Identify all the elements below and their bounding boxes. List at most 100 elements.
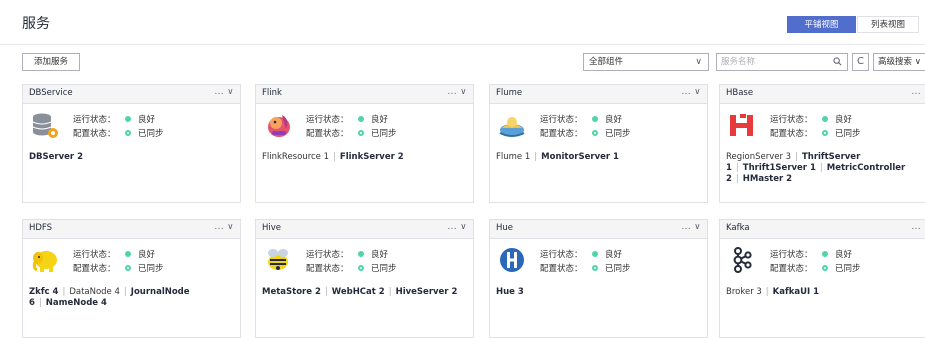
role-instance[interactable]: RegionServer 3 bbox=[726, 152, 791, 162]
more-options-icon[interactable]: ... ∨ bbox=[447, 222, 467, 232]
card-header: HBase ... ∨ bbox=[720, 85, 925, 104]
config-status: 配置状态： 已同步 bbox=[770, 127, 861, 139]
role-list: Zkfc 4 | DataNode 4 | JournalNode 6 | NameNode… bbox=[29, 287, 235, 309]
role-instance[interactable]: Flume 1 bbox=[496, 152, 530, 162]
role-separator: | bbox=[795, 152, 798, 162]
card-header: DBService ... ∨ bbox=[23, 85, 240, 104]
tile-view-button[interactable]: 平铺视图 bbox=[787, 16, 856, 33]
role-instance[interactable]: FlinkResource 1 bbox=[262, 152, 329, 162]
role-instance[interactable]: NameNode 4 bbox=[46, 298, 107, 308]
role-instance[interactable]: Zkfc 4 bbox=[29, 287, 58, 297]
flink-squirrel-icon bbox=[264, 111, 292, 139]
status-good-icon bbox=[125, 251, 131, 257]
status-good-icon bbox=[592, 251, 598, 257]
role-separator: | bbox=[388, 287, 392, 297]
run-status-label: 运行状态： bbox=[540, 250, 583, 260]
more-options-icon[interactable]: ... ∨ bbox=[214, 222, 234, 232]
service-card-hue[interactable]: Hue ... ∨ 运行状态： 良好 配置状态： 已同步 Hue 3 bbox=[489, 219, 708, 338]
component-filter-value: 全部组件 bbox=[589, 57, 624, 67]
run-status: 运行状态： 良好 bbox=[540, 113, 622, 125]
list-view-button[interactable]: 列表视图 bbox=[857, 16, 919, 33]
role-instance[interactable]: HiveServer 2 bbox=[396, 287, 458, 297]
flume-icon bbox=[498, 111, 526, 139]
database-gear-icon bbox=[31, 111, 59, 139]
more-options-icon[interactable]: ... ∨ bbox=[681, 87, 701, 97]
service-name[interactable]: Kafka bbox=[726, 223, 750, 233]
refresh-button[interactable]: C bbox=[852, 53, 869, 71]
role-separator: | bbox=[735, 163, 739, 173]
card-header: Flink ... ∨ bbox=[256, 85, 473, 104]
more-options-icon[interactable]: ... ∨ bbox=[214, 87, 234, 97]
role-separator: | bbox=[38, 298, 42, 308]
service-name[interactable]: DBService bbox=[29, 88, 73, 98]
config-status: 配置状态： 已同步 bbox=[306, 262, 397, 274]
role-instance[interactable]: Broker 3 bbox=[726, 287, 762, 297]
card-header: Hue ... ∨ bbox=[490, 220, 707, 239]
role-instance[interactable]: Thrift1Server 1 bbox=[743, 163, 816, 173]
role-instance[interactable]: WebHCat 2 bbox=[332, 287, 385, 297]
advanced-search-button[interactable]: 高级搜索 ∨ bbox=[873, 53, 925, 71]
page-title: 服务 bbox=[22, 16, 50, 32]
config-status-value: 已同步 bbox=[138, 264, 164, 274]
config-status-label: 配置状态： bbox=[770, 264, 813, 274]
config-status-value: 已同步 bbox=[138, 129, 164, 139]
config-status-label: 配置状态： bbox=[540, 264, 583, 274]
service-name[interactable]: Flume bbox=[496, 88, 522, 98]
role-instance[interactable]: FlinkServer 2 bbox=[340, 152, 404, 162]
config-status-label: 配置状态： bbox=[770, 129, 813, 139]
chevron-down-icon: ∨ bbox=[695, 57, 702, 67]
config-status: 配置状态： 已同步 bbox=[73, 262, 164, 274]
config-status-label: 配置状态： bbox=[306, 264, 349, 274]
run-status-value: 良好 bbox=[605, 115, 623, 125]
status-good-icon bbox=[358, 116, 364, 122]
service-name[interactable]: HDFS bbox=[29, 223, 52, 233]
role-instance[interactable]: MetaStore 2 bbox=[262, 287, 321, 297]
role-instance[interactable]: HMaster 2 bbox=[743, 174, 792, 184]
synced-icon bbox=[822, 130, 828, 136]
run-status-value: 良好 bbox=[138, 250, 156, 260]
config-status-value: 已同步 bbox=[835, 129, 861, 139]
run-status: 运行状态： 良好 bbox=[770, 113, 852, 125]
service-card-hbase[interactable]: HBase ... ∨ 运行状态： 良好配置状态： 已同步 RegionServer 3… bbox=[719, 84, 925, 203]
more-options-icon[interactable]: ... ∨ bbox=[911, 87, 925, 97]
role-instance[interactable]: Hue 3 bbox=[496, 287, 524, 297]
config-status-label: 配置状态： bbox=[306, 129, 349, 139]
run-status: 运行状态： 良好 bbox=[73, 113, 155, 125]
role-separator: | bbox=[62, 287, 66, 297]
status-good-icon bbox=[592, 116, 598, 122]
search-icon[interactable] bbox=[833, 57, 842, 66]
more-options-icon[interactable]: ... ∨ bbox=[447, 87, 467, 97]
role-list: Broker 3 | KafkaUI 1 bbox=[726, 287, 925, 298]
refresh-icon: C bbox=[857, 56, 864, 67]
role-instance[interactable]: DBServer 2 bbox=[29, 152, 83, 162]
role-instance[interactable]: KafkaUI 1 bbox=[773, 287, 819, 297]
service-name[interactable]: Flink bbox=[262, 88, 282, 98]
synced-icon bbox=[592, 265, 598, 271]
run-status-label: 运行状态： bbox=[306, 115, 349, 125]
service-name[interactable]: Hive bbox=[262, 223, 281, 233]
add-service-button[interactable]: 添加服务 bbox=[22, 53, 80, 71]
service-search-field[interactable] bbox=[716, 53, 848, 71]
run-status-label: 运行状态： bbox=[770, 250, 813, 260]
more-options-icon[interactable]: ... ∨ bbox=[911, 222, 925, 232]
service-search-input[interactable] bbox=[721, 55, 821, 69]
role-instance[interactable]: DataNode 4 bbox=[69, 287, 120, 297]
service-card-hdfs[interactable]: HDFS... ∨ 运行状态： 良好 配置状态： 已同步 Zkfc 4 | DataNode… bbox=[22, 219, 241, 338]
config-status: 配置状态： 已同步 bbox=[306, 127, 397, 139]
service-card-flume[interactable]: Flume ... ∨ 运行状态： 良好 配置状态： 已同步 Flume 1 | Monito… bbox=[489, 84, 708, 203]
service-card-kafka[interactable]: Kafka ... ∨ 运行状态： 良好配置状态： 已同步 Broker 3| Kafka… bbox=[719, 219, 925, 338]
role-list: Flume 1 | MonitorServer 1 bbox=[496, 152, 702, 163]
role-instance[interactable]: MonitorServer 1 bbox=[541, 152, 619, 162]
service-name[interactable]: Hue bbox=[496, 223, 513, 233]
role-list: FlinkResource 1 | FlinkServer 2 bbox=[262, 152, 468, 163]
role-separator: | bbox=[534, 152, 538, 162]
service-name[interactable]: HBase bbox=[726, 88, 753, 98]
more-options-icon[interactable]: ... ∨ bbox=[681, 222, 701, 232]
service-card-dbservice[interactable]: DBService ... ∨ 运行状态： 良好 配置状态： 已同步 DBServer 2 bbox=[22, 84, 241, 203]
service-card-hive[interactable]: Hive... ∨ 运行状态： 良好 配置状态： 已同步 MetaStore 2 | Web… bbox=[255, 219, 474, 338]
run-status-value: 良好 bbox=[371, 250, 389, 260]
role-separator: | bbox=[333, 152, 336, 162]
hdfs-elephant-icon bbox=[31, 246, 59, 274]
component-filter-select[interactable]: 全部组件 ∨ bbox=[583, 53, 709, 71]
service-card-flink[interactable]: Flink ... ∨ 运行状态： 良好 配置状态： 已同步 FlinkResource … bbox=[255, 84, 474, 203]
